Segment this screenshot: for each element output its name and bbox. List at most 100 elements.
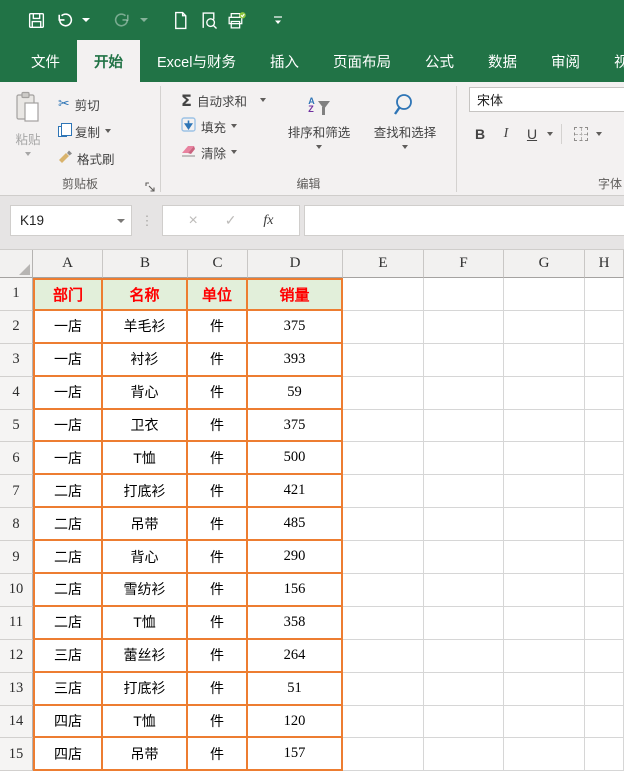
cell-F14[interactable]	[424, 706, 504, 739]
tab-Excel与财务[interactable]: Excel与财务	[140, 40, 253, 82]
cell-C14[interactable]: 件	[188, 706, 248, 739]
cell-C12[interactable]: 件	[188, 640, 248, 673]
cell-A3[interactable]: 一店	[33, 344, 103, 377]
cell-E9[interactable]	[343, 541, 424, 574]
cell-H10[interactable]	[585, 574, 624, 607]
cell-F1[interactable]	[424, 278, 504, 311]
cell-H6[interactable]	[585, 442, 624, 475]
cell-D13[interactable]: 51	[248, 673, 343, 706]
column-header-A[interactable]: A	[33, 250, 103, 278]
row-header-2[interactable]: 2	[0, 311, 33, 344]
cell-E5[interactable]	[343, 410, 424, 443]
cell-D14[interactable]: 120	[248, 706, 343, 739]
font-name-combobox[interactable]: 宋体	[469, 87, 624, 112]
tab-公式[interactable]: 公式	[408, 40, 471, 82]
cell-C4[interactable]: 件	[188, 377, 248, 410]
name-box-dropdown-icon[interactable]	[117, 219, 125, 223]
sort-filter-button[interactable]: AZ 排序和筛选	[276, 87, 362, 175]
cell-H15[interactable]	[585, 738, 624, 771]
cell-B3[interactable]: 衬衫	[103, 344, 188, 377]
undo-dropdown-icon[interactable]	[82, 18, 90, 22]
cell-B14[interactable]: T恤	[103, 706, 188, 739]
cell-B5[interactable]: 卫衣	[103, 410, 188, 443]
cell-E11[interactable]	[343, 607, 424, 640]
cell-G9[interactable]	[504, 541, 585, 574]
row-header-7[interactable]: 7	[0, 475, 33, 508]
cell-A8[interactable]: 二店	[33, 508, 103, 541]
select-all-corner[interactable]	[0, 250, 33, 278]
cell-H5[interactable]	[585, 410, 624, 443]
cell-G4[interactable]	[504, 377, 585, 410]
cell-F7[interactable]	[424, 475, 504, 508]
row-header-14[interactable]: 14	[0, 706, 33, 739]
cell-H1[interactable]	[585, 278, 624, 311]
fill-button[interactable]: 填充	[179, 114, 276, 138]
undo-icon[interactable]	[52, 7, 76, 33]
cancel-icon[interactable]: ×	[188, 212, 197, 230]
cell-D2[interactable]: 375	[248, 311, 343, 344]
autosum-dropdown-icon[interactable]	[260, 98, 266, 102]
cell-B12[interactable]: 蕾丝衫	[103, 640, 188, 673]
cell-F3[interactable]	[424, 344, 504, 377]
insert-function-icon[interactable]: fx	[263, 213, 273, 229]
cell-C10[interactable]: 件	[188, 574, 248, 607]
cell-E10[interactable]	[343, 574, 424, 607]
cell-F6[interactable]	[424, 442, 504, 475]
row-header-3[interactable]: 3	[0, 344, 33, 377]
cell-E6[interactable]	[343, 442, 424, 475]
cell-B15[interactable]: 吊带	[103, 738, 188, 771]
column-header-D[interactable]: D	[248, 250, 343, 278]
row-header-5[interactable]: 5	[0, 410, 33, 443]
cell-E3[interactable]	[343, 344, 424, 377]
row-header-1[interactable]: 1	[0, 278, 33, 311]
cell-F4[interactable]	[424, 377, 504, 410]
cell-D5[interactable]: 375	[248, 410, 343, 443]
row-header-15[interactable]: 15	[0, 738, 33, 771]
cell-G11[interactable]	[504, 607, 585, 640]
cell-E4[interactable]	[343, 377, 424, 410]
copy-button[interactable]: 复制	[56, 119, 117, 143]
cell-D4[interactable]: 59	[248, 377, 343, 410]
cell-F15[interactable]	[424, 738, 504, 771]
print-preview-icon[interactable]	[196, 7, 220, 33]
cell-A5[interactable]: 一店	[33, 410, 103, 443]
cell-E12[interactable]	[343, 640, 424, 673]
cell-G14[interactable]	[504, 706, 585, 739]
cell-F11[interactable]	[424, 607, 504, 640]
row-header-6[interactable]: 6	[0, 442, 33, 475]
column-header-B[interactable]: B	[103, 250, 188, 278]
cell-E15[interactable]	[343, 738, 424, 771]
paste-button[interactable]: 粘贴	[0, 87, 56, 175]
cell-F8[interactable]	[424, 508, 504, 541]
cell-D11[interactable]: 358	[248, 607, 343, 640]
cell-D1[interactable]: 销量	[248, 278, 343, 311]
cell-G1[interactable]	[504, 278, 585, 311]
cell-F5[interactable]	[424, 410, 504, 443]
find-select-dropdown-icon[interactable]	[402, 145, 408, 149]
cell-E2[interactable]	[343, 311, 424, 344]
cell-B6[interactable]: T恤	[103, 442, 188, 475]
cell-H7[interactable]	[585, 475, 624, 508]
paste-dropdown-icon[interactable]	[25, 152, 31, 156]
cell-B8[interactable]: 吊带	[103, 508, 188, 541]
cell-A7[interactable]: 二店	[33, 475, 103, 508]
cell-A11[interactable]: 二店	[33, 607, 103, 640]
cell-C3[interactable]: 件	[188, 344, 248, 377]
customize-quick-access-toolbar-icon[interactable]	[266, 7, 290, 33]
cell-C8[interactable]: 件	[188, 508, 248, 541]
cell-H13[interactable]	[585, 673, 624, 706]
row-header-8[interactable]: 8	[0, 508, 33, 541]
row-header-4[interactable]: 4	[0, 377, 33, 410]
tab-审阅[interactable]: 审阅	[534, 40, 597, 82]
cell-D8[interactable]: 485	[248, 508, 343, 541]
cell-C13[interactable]: 件	[188, 673, 248, 706]
cell-F9[interactable]	[424, 541, 504, 574]
cell-C5[interactable]: 件	[188, 410, 248, 443]
cell-G7[interactable]	[504, 475, 585, 508]
cell-D12[interactable]: 264	[248, 640, 343, 673]
tab-数据[interactable]: 数据	[471, 40, 534, 82]
cell-C11[interactable]: 件	[188, 607, 248, 640]
cell-A14[interactable]: 四店	[33, 706, 103, 739]
column-header-E[interactable]: E	[343, 250, 424, 278]
fill-dropdown-icon[interactable]	[231, 124, 237, 128]
